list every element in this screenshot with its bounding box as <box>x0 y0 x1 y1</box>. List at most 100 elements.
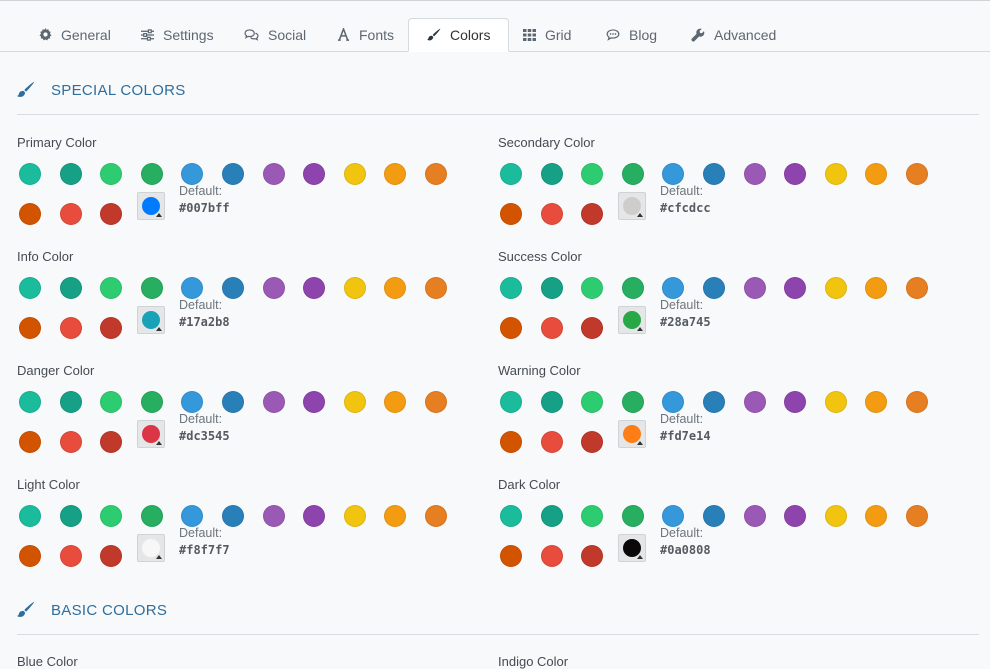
color-swatch[interactable] <box>540 203 563 225</box>
color-swatch[interactable] <box>59 277 82 299</box>
color-swatch[interactable] <box>621 505 644 527</box>
tab-advanced[interactable]: Advanced <box>691 18 776 51</box>
color-swatch[interactable] <box>343 277 366 299</box>
tab-grid[interactable]: Grid <box>523 18 571 51</box>
color-swatch[interactable] <box>19 163 41 185</box>
color-swatch[interactable] <box>540 431 563 453</box>
color-swatch[interactable] <box>59 203 82 225</box>
custom-color-picker[interactable] <box>618 192 646 220</box>
color-swatch[interactable] <box>500 203 522 225</box>
color-swatch[interactable] <box>140 277 163 299</box>
color-swatch[interactable] <box>100 317 123 339</box>
color-swatch[interactable] <box>100 545 123 567</box>
color-swatch[interactable] <box>19 391 41 413</box>
color-swatch[interactable] <box>222 505 244 527</box>
color-swatch[interactable] <box>784 391 807 413</box>
color-swatch[interactable] <box>59 545 82 567</box>
color-swatch[interactable] <box>581 545 604 567</box>
color-swatch[interactable] <box>500 163 522 185</box>
color-swatch[interactable] <box>500 505 522 527</box>
color-swatch[interactable] <box>662 391 685 413</box>
color-swatch[interactable] <box>100 163 123 185</box>
color-swatch[interactable] <box>540 545 563 567</box>
color-swatch[interactable] <box>384 277 407 299</box>
color-swatch[interactable] <box>784 277 807 299</box>
color-swatch[interactable] <box>181 391 204 413</box>
color-swatch[interactable] <box>19 505 41 527</box>
color-swatch[interactable] <box>343 505 366 527</box>
tab-fonts[interactable]: Fonts <box>337 18 394 51</box>
color-swatch[interactable] <box>662 505 685 527</box>
custom-color-picker[interactable] <box>618 534 646 562</box>
custom-color-picker[interactable] <box>137 420 165 448</box>
color-swatch[interactable] <box>581 163 604 185</box>
tab-social[interactable]: Social <box>244 18 306 51</box>
color-swatch[interactable] <box>865 163 888 185</box>
color-swatch[interactable] <box>303 505 326 527</box>
color-swatch[interactable] <box>262 163 285 185</box>
color-swatch[interactable] <box>540 317 563 339</box>
color-swatch[interactable] <box>500 391 522 413</box>
color-swatch[interactable] <box>621 277 644 299</box>
custom-color-picker[interactable] <box>137 534 165 562</box>
color-swatch[interactable] <box>540 391 563 413</box>
tab-colors[interactable]: Colors <box>408 18 510 52</box>
color-swatch[interactable] <box>784 163 807 185</box>
color-swatch[interactable] <box>222 277 244 299</box>
color-swatch[interactable] <box>500 545 522 567</box>
color-swatch[interactable] <box>743 505 766 527</box>
color-swatch[interactable] <box>303 277 326 299</box>
color-swatch[interactable] <box>662 163 685 185</box>
color-swatch[interactable] <box>181 277 204 299</box>
color-swatch[interactable] <box>906 163 928 185</box>
color-swatch[interactable] <box>581 277 604 299</box>
color-swatch[interactable] <box>343 163 366 185</box>
color-swatch[interactable] <box>19 203 41 225</box>
color-swatch[interactable] <box>581 505 604 527</box>
custom-color-picker[interactable] <box>618 306 646 334</box>
color-swatch[interactable] <box>906 391 928 413</box>
color-swatch[interactable] <box>100 391 123 413</box>
tab-blog[interactable]: Blog <box>606 18 657 51</box>
color-swatch[interactable] <box>181 505 204 527</box>
color-swatch[interactable] <box>540 277 563 299</box>
color-swatch[interactable] <box>59 317 82 339</box>
color-swatch[interactable] <box>19 317 41 339</box>
color-swatch[interactable] <box>262 505 285 527</box>
color-swatch[interactable] <box>100 203 123 225</box>
color-swatch[interactable] <box>540 505 563 527</box>
color-swatch[interactable] <box>384 163 407 185</box>
color-swatch[interactable] <box>824 163 847 185</box>
color-swatch[interactable] <box>703 277 725 299</box>
color-swatch[interactable] <box>262 277 285 299</box>
color-swatch[interactable] <box>703 163 725 185</box>
color-swatch[interactable] <box>59 163 82 185</box>
color-swatch[interactable] <box>581 317 604 339</box>
color-swatch[interactable] <box>59 431 82 453</box>
color-swatch[interactable] <box>824 505 847 527</box>
color-swatch[interactable] <box>581 391 604 413</box>
color-swatch[interactable] <box>621 391 644 413</box>
color-swatch[interactable] <box>784 505 807 527</box>
color-swatch[interactable] <box>865 505 888 527</box>
color-swatch[interactable] <box>540 163 563 185</box>
color-swatch[interactable] <box>384 391 407 413</box>
color-swatch[interactable] <box>425 505 447 527</box>
color-swatch[interactable] <box>100 431 123 453</box>
color-swatch[interactable] <box>500 317 522 339</box>
color-swatch[interactable] <box>906 505 928 527</box>
color-swatch[interactable] <box>425 391 447 413</box>
color-swatch[interactable] <box>906 277 928 299</box>
custom-color-picker[interactable] <box>137 192 165 220</box>
color-swatch[interactable] <box>100 505 123 527</box>
color-swatch[interactable] <box>824 391 847 413</box>
color-swatch[interactable] <box>581 431 604 453</box>
tab-general[interactable]: General <box>39 18 111 51</box>
color-swatch[interactable] <box>19 545 41 567</box>
tab-settings[interactable]: Settings <box>141 18 214 51</box>
color-swatch[interactable] <box>703 391 725 413</box>
color-swatch[interactable] <box>824 277 847 299</box>
color-swatch[interactable] <box>262 391 285 413</box>
color-swatch[interactable] <box>621 163 644 185</box>
color-swatch[interactable] <box>19 277 41 299</box>
